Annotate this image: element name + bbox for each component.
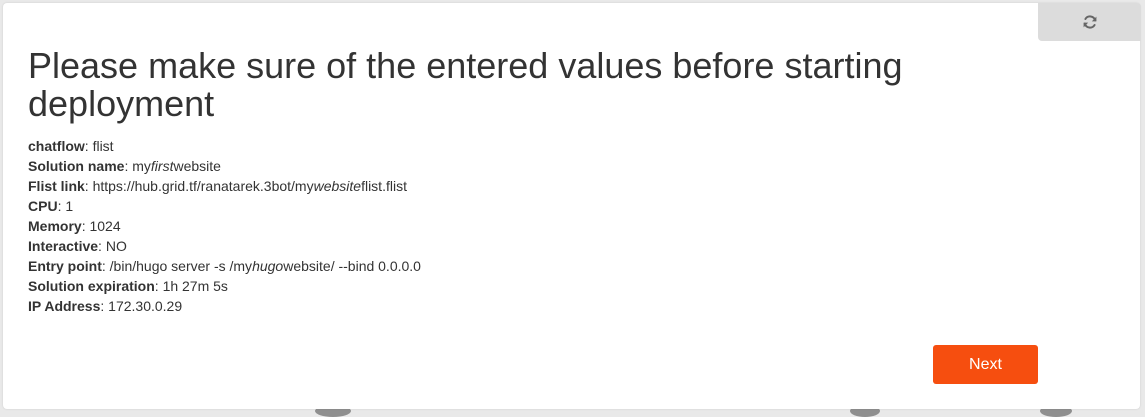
detail-value-part: https://hub.grid.tf/ranatarek.3bot/my <box>92 178 314 194</box>
detail-row: CPU: 1 <box>28 196 828 216</box>
confirmation-dialog: Please make sure of the entered values b… <box>3 3 1141 409</box>
detail-value: 172.30.0.29 <box>108 298 183 314</box>
detail-label: Solution name <box>28 158 125 174</box>
detail-separator: : <box>84 178 93 194</box>
detail-value-part: website <box>313 178 362 194</box>
detail-separator: : <box>154 278 163 294</box>
refresh-icon <box>1082 14 1098 30</box>
detail-value-part: /bin/hugo server -s /my <box>109 258 253 274</box>
detail-value: flist <box>92 138 114 154</box>
detail-label: CPU <box>28 198 58 214</box>
detail-row: Solution expiration: 1h 27m 5s <box>28 276 828 296</box>
detail-label: Memory <box>28 218 82 234</box>
detail-value-part: first <box>150 158 174 174</box>
detail-separator: : <box>98 238 106 254</box>
detail-value-part: my <box>132 158 151 174</box>
detail-row: Entry point: /bin/hugo server -s /myhugo… <box>28 256 828 276</box>
detail-separator: : <box>101 258 110 274</box>
detail-value: 1h 27m 5s <box>162 278 228 294</box>
detail-row: Solution name: myfirstwebsite <box>28 156 828 176</box>
detail-value: 1024 <box>89 218 121 234</box>
detail-value: NO <box>105 238 127 254</box>
page-title: Please make sure of the entered values b… <box>28 45 903 124</box>
detail-label: Interactive <box>28 238 99 254</box>
detail-label: Entry point <box>28 258 102 274</box>
detail-label: Flist link <box>28 178 85 194</box>
detail-separator: : <box>100 298 109 314</box>
detail-value-part: website <box>173 158 221 174</box>
detail-value: 1 <box>65 198 74 214</box>
detail-label: chatflow <box>28 138 85 154</box>
detail-row: Interactive: NO <box>28 236 828 256</box>
detail-row: Flist link: https://hub.grid.tf/ranatare… <box>28 176 828 196</box>
detail-value-part: flist.flist <box>361 178 407 194</box>
detail-label: Solution expiration <box>28 278 155 294</box>
detail-row: IP Address: 172.30.0.29 <box>28 296 828 316</box>
next-button[interactable]: Next <box>933 345 1038 384</box>
detail-separator: : <box>84 138 93 154</box>
detail-value-part: website/ --bind 0.0.0.0 <box>283 258 421 274</box>
detail-label: IP Address <box>28 298 101 314</box>
detail-row: Memory: 1024 <box>28 216 828 236</box>
deployment-details: chatflow: flist Solution name: myfirstweb… <box>28 136 828 316</box>
refresh-button[interactable] <box>1038 3 1141 41</box>
detail-value-part: hugo <box>252 258 284 274</box>
detail-row: chatflow: flist <box>28 136 828 156</box>
